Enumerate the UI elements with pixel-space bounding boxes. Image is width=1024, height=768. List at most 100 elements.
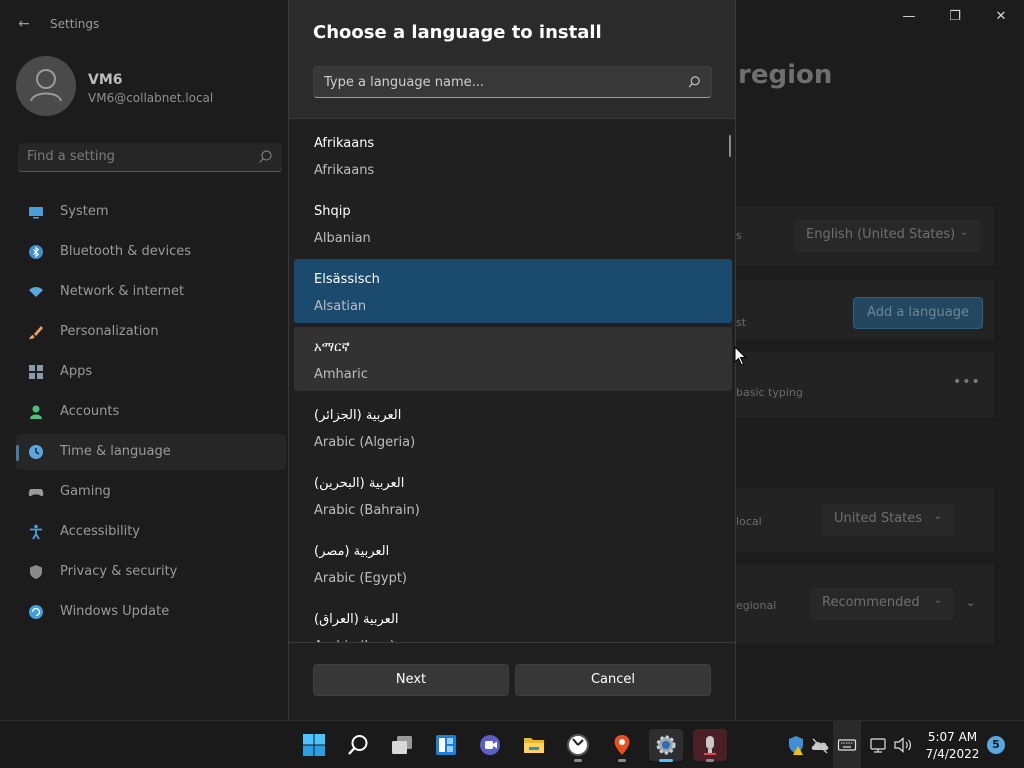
close-button[interactable]: ✕: [978, 4, 1024, 30]
sidebar-item-label: System: [60, 204, 109, 219]
sidebar-item-label: Accessibility: [60, 524, 140, 539]
sidebar-item-label: Time & language: [60, 444, 171, 459]
search-input[interactable]: Find a setting: [27, 149, 115, 164]
sidebar-item-personalization[interactable]: Personalization: [16, 314, 286, 350]
language-list-item[interactable]: العربية (العراق)Arabic (Iraq): [294, 599, 732, 642]
security-shield-icon[interactable]: [786, 735, 806, 755]
active-indicator: [659, 759, 673, 762]
language-english-name: Afrikaans: [314, 163, 375, 178]
cancel-button[interactable]: Cancel: [515, 664, 711, 696]
language-list[interactable]: العربية (العراق)Arabic (Iraq)العربية (مص…: [289, 119, 735, 642]
profile-name: VM6: [88, 72, 123, 88]
settings-button[interactable]: [649, 729, 683, 762]
find-setting-search[interactable]: Find a setting: [18, 143, 282, 172]
running-indicator: [706, 759, 714, 762]
regional-format-label: egional: [736, 599, 777, 612]
language-native-name: Afrikaans: [314, 136, 375, 151]
language-list-item[interactable]: Shqip Albanian: [294, 191, 732, 255]
minimize-button[interactable]: —: [886, 4, 932, 30]
sidebar-item-time-language[interactable]: Time & language: [16, 434, 286, 470]
clock-date[interactable]: 7/4/2022: [905, 747, 1000, 761]
language-native-name: العربية (مصر): [314, 544, 390, 559]
language-list-item[interactable]: Elsässisch Alsatian: [294, 259, 732, 323]
preferred-languages-label: st: [736, 316, 747, 329]
language-list-item[interactable]: العربية (الجزائر) Arabic (Algeria): [294, 395, 732, 459]
next-button[interactable]: Next: [313, 664, 509, 696]
start-icon: [303, 734, 325, 756]
sidebar-item-apps[interactable]: Apps: [16, 354, 286, 390]
running-indicator: [574, 759, 582, 762]
clock-app-icon: [567, 734, 589, 756]
display-language-dropdown[interactable]: English (United States) ⌄: [794, 220, 980, 252]
taskbar: 5:07 AM 7/4/2022 5: [0, 720, 1024, 768]
running-indicator: [618, 759, 626, 762]
display-language-value: English (United States): [806, 227, 956, 242]
language-native-name: العربية (العراق): [314, 612, 399, 627]
country-label: local: [736, 515, 762, 528]
file-explorer-icon: [524, 738, 544, 753]
teams-chat-button[interactable]: [473, 729, 507, 761]
more-options-button[interactable]: •••: [953, 374, 981, 390]
sidebar-item-system[interactable]: System: [16, 194, 286, 230]
sidebar-item-label: Privacy & security: [60, 564, 178, 579]
sidebar-item-label: Apps: [60, 364, 93, 379]
language-list-item[interactable]: العربية (مصر) Arabic (Egypt): [294, 531, 732, 595]
system-icon: [29, 207, 43, 219]
language-list-item[interactable]: Afrikaans Afrikaans: [294, 123, 732, 187]
regional-format-value: Recommended: [822, 595, 920, 610]
language-english-name: Amharic: [314, 367, 368, 382]
file-explorer-button[interactable]: [517, 729, 551, 761]
desktop: ← Settings — ❐ ✕ VM6 VM6@collabnet.local…: [0, 0, 1024, 768]
settings-icon: [656, 735, 676, 755]
start-button[interactable]: [297, 729, 331, 761]
language-english-name: Albanian: [314, 231, 371, 246]
language-native-name: العربية (البحرين): [314, 476, 405, 491]
language-native-name: Shqip: [314, 204, 351, 219]
regional-format-dropdown[interactable]: Recommended ⌄: [810, 588, 954, 620]
notification-badge[interactable]: 5: [987, 736, 1005, 754]
sidebar-item-windows-update[interactable]: Windows Update: [16, 594, 286, 630]
clock-time[interactable]: 5:07 AM: [905, 730, 1000, 744]
maximize-button[interactable]: ❐: [932, 4, 978, 30]
widgets-button[interactable]: [429, 729, 463, 761]
scrollbar-thumb[interactable]: [729, 135, 731, 157]
sidebar-item-gaming[interactable]: Gaming: [16, 474, 286, 510]
maps-icon: [614, 735, 630, 755]
network-icon[interactable]: [869, 735, 889, 755]
sidebar-item-accessibility[interactable]: Accessibility: [16, 514, 286, 550]
mouse-cursor-icon: [734, 346, 747, 366]
sidebar-item-label: Personalization: [60, 324, 159, 339]
country-dropdown[interactable]: United States ⌄: [822, 504, 954, 536]
search-icon[interactable]: [257, 149, 273, 165]
add-language-button[interactable]: Add a language: [853, 297, 983, 329]
touch-keyboard-icon[interactable]: [837, 735, 857, 755]
expand-chevron-icon[interactable]: ⌄: [966, 596, 975, 609]
sidebar-item-network-internet[interactable]: Network & internet: [16, 274, 286, 310]
maps-button[interactable]: [605, 729, 639, 762]
language-list-item[interactable]: አማርኛ Amharic: [294, 327, 732, 391]
choose-language-dialog: Choose a language to install العربية (ال…: [288, 0, 736, 720]
sidebar-item-privacy-security[interactable]: Privacy & security: [16, 554, 286, 590]
language-search-box[interactable]: [313, 66, 712, 98]
language-list-item[interactable]: العربية (البحرين) Arabic (Bahrain): [294, 463, 732, 527]
sidebar-item-accounts[interactable]: Accounts: [16, 394, 286, 430]
onedrive-icon[interactable]: [810, 735, 830, 755]
recorder-button[interactable]: [693, 729, 727, 762]
update-icon: [29, 605, 43, 619]
language-native-name: Elsässisch: [314, 272, 380, 287]
dialog-title: Choose a language to install: [313, 22, 602, 43]
back-button[interactable]: ←: [14, 14, 34, 34]
clock-app-button[interactable]: [561, 729, 595, 762]
language-search-input[interactable]: [324, 73, 674, 91]
person-icon: [30, 405, 42, 419]
sidebar-item-label: Bluetooth & devices: [60, 244, 191, 259]
sidebar-item-label: Windows Update: [60, 604, 170, 619]
teams-chat-icon: [480, 735, 500, 755]
language-english-name: Arabic (Algeria): [314, 435, 416, 450]
taskbar-search-button[interactable]: [341, 729, 375, 761]
search-icon[interactable]: [687, 75, 701, 89]
sidebar-item-label: Accounts: [60, 404, 120, 419]
sidebar-item-bluetooth-devices[interactable]: Bluetooth & devices: [16, 234, 286, 270]
country-value: United States: [834, 511, 923, 526]
task-view-button[interactable]: [385, 729, 419, 761]
